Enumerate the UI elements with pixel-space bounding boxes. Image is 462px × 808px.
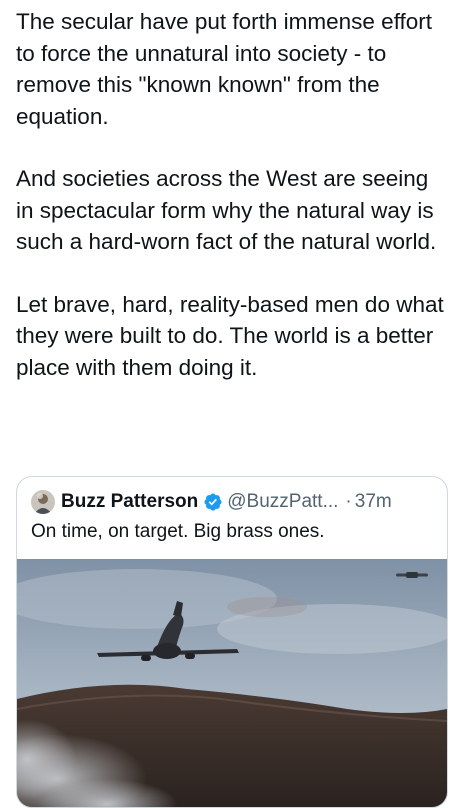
airplane-flyby-image	[17, 559, 447, 807]
post-timestamp[interactable]: 37m	[355, 491, 392, 513]
post-paragraph-1: The secular have put forth immense effor…	[16, 9, 433, 129]
author-handle[interactable]: @BuzzPatt...	[227, 491, 338, 513]
separator-dot: ·	[345, 491, 352, 512]
author-name[interactable]: Buzz Patterson	[61, 491, 198, 513]
post-paragraph-3: Let brave, hard, reality-based men do wh…	[16, 291, 444, 380]
avatar[interactable]	[31, 490, 55, 514]
quoted-post-card[interactable]: Buzz Patterson @BuzzPatt... · 37m On tim…	[16, 476, 448, 808]
quoted-post-header: Buzz Patterson @BuzzPatt... · 37m	[31, 487, 437, 517]
quoted-post-media[interactable]	[17, 559, 447, 807]
post-body: The secular have put forth immense effor…	[16, 6, 452, 383]
verified-badge-icon	[204, 493, 222, 511]
quoted-post-text: On time, on target. Big brass ones.	[31, 521, 325, 542]
post-paragraph-2: And societies across the West are seeing…	[16, 166, 437, 254]
